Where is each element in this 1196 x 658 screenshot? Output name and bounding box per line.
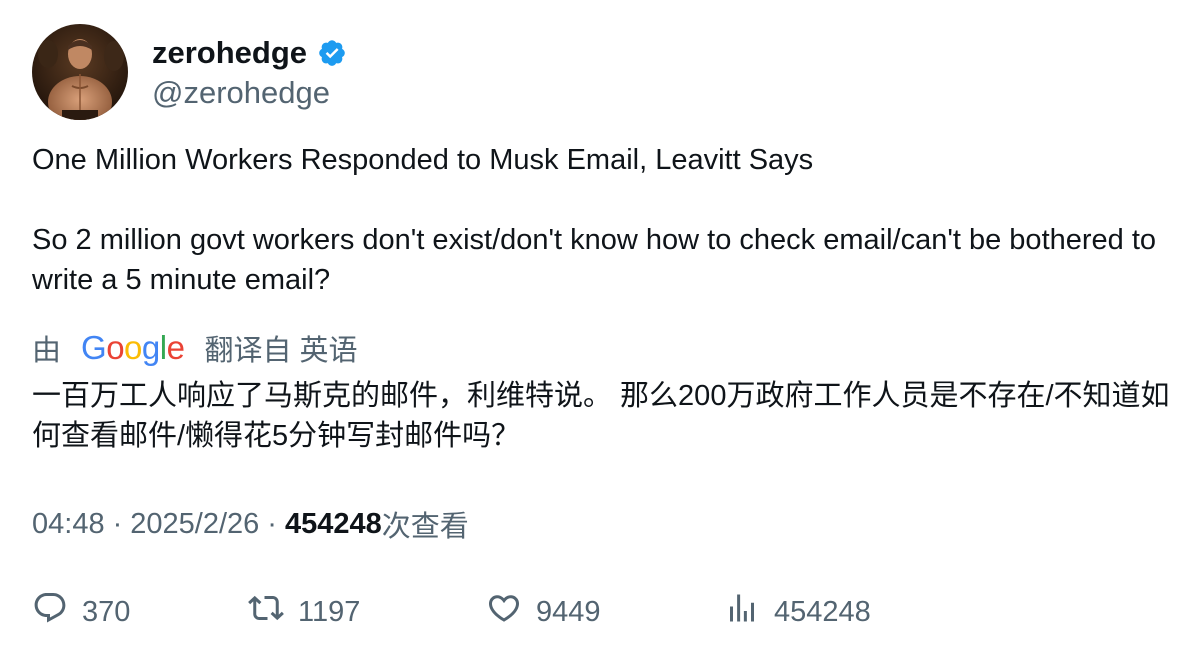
author-handle[interactable]: @zerohedge: [152, 75, 347, 111]
reply-count: 370: [82, 595, 131, 628]
translated-from-label: 翻译自 英语: [204, 335, 358, 367]
heart-icon: [486, 590, 522, 634]
retweet-count: 1197: [298, 595, 361, 628]
translated-by-label: 由: [32, 335, 62, 367]
views-count-action: 454248: [774, 595, 871, 628]
tweet-text-line2: So 2 million govt workers don't exist/do…: [32, 224, 1157, 296]
like-button[interactable]: 9449: [486, 590, 601, 634]
author-names: zerohedge @zerohedge: [152, 33, 347, 111]
retweet-icon: [248, 590, 284, 634]
tweet-body: One Million Workers Responded to Musk Em…: [32, 140, 1172, 300]
views-count: 454248: [284, 507, 382, 540]
author-display-name[interactable]: zerohedge: [152, 35, 307, 71]
translated-text: 一百万工人响应了马斯克的邮件，利维特说。 那么200万政府工作人员是不存在/不知…: [32, 380, 1170, 452]
meta-separator: ·: [267, 507, 277, 540]
tweet-header: zerohedge @zerohedge: [32, 22, 347, 122]
retweet-button[interactable]: 1197: [248, 590, 360, 634]
translation-attribution[interactable]: 由 Google 翻译自 英语: [32, 326, 358, 370]
avatar[interactable]: [32, 24, 128, 120]
display-name-row: zerohedge: [152, 33, 347, 73]
action-bar: 370 1197 9449 454248: [32, 590, 1162, 634]
like-count: 9449: [536, 595, 601, 628]
views-button[interactable]: 454248: [724, 590, 871, 634]
tweet-date[interactable]: 2025/2/26: [130, 508, 259, 541]
views-label: 次查看: [381, 511, 469, 543]
tweet-time[interactable]: 04:48: [32, 508, 105, 541]
reply-icon: [32, 590, 68, 634]
tweet-meta: 04:48 · 2025/2/26 · 454248 次查看: [32, 504, 469, 544]
tweet-text-line1: One Million Workers Responded to Musk Em…: [32, 144, 814, 176]
views-chart-icon: [724, 590, 760, 634]
reply-button[interactable]: 370: [32, 590, 130, 634]
verified-badge-icon[interactable]: [317, 38, 347, 68]
google-logo: Google: [81, 329, 185, 366]
meta-separator: ·: [112, 507, 123, 540]
